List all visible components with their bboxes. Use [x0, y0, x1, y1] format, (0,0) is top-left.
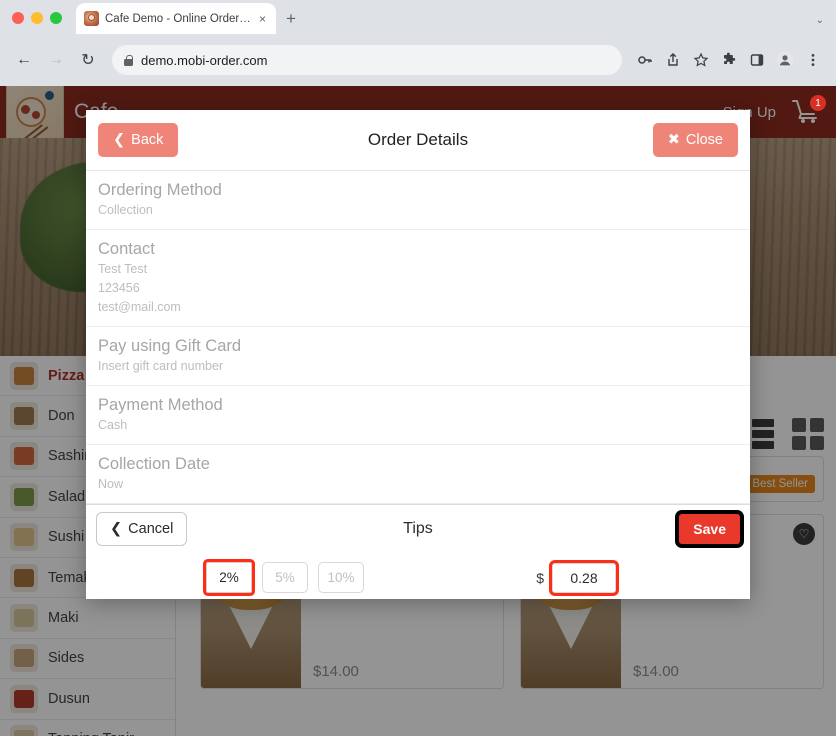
chevron-left-icon: ❮	[113, 132, 126, 148]
save-button[interactable]: Save	[679, 513, 740, 544]
cart-count-badge: 1	[810, 95, 826, 111]
tip-option-5-percent[interactable]: 5%	[262, 562, 308, 594]
browser-chrome: Cafe Demo - Online Ordering × + ⌄ ← → ↻ …	[0, 0, 836, 86]
tips-panel-header: ❮ Cancel Tips Save	[86, 505, 750, 553]
browser-tab-active[interactable]: Cafe Demo - Online Ordering ×	[76, 3, 276, 34]
currency-symbol: $	[536, 569, 544, 586]
tip-amount-input[interactable]	[552, 562, 616, 593]
order-details-modal: ❮ Back Order Details ✖ Close Ordering Me…	[86, 110, 750, 599]
field-placeholder: Insert gift card number	[98, 358, 224, 373]
field-label: Pay using Gift Card	[98, 336, 242, 355]
modal-header: ❮ Back Order Details ✖ Close	[86, 110, 750, 171]
field-collection-date[interactable]: Collection Date Now	[86, 445, 750, 504]
tip-amount-group: $	[536, 562, 738, 593]
web-page: Cafe Sign Up 1 Pizza Don	[0, 86, 836, 736]
share-icon[interactable]	[660, 47, 686, 73]
field-gift-card[interactable]: Pay using Gift Card Insert gift card num…	[86, 327, 750, 386]
field-value: Now	[98, 476, 124, 491]
window-minimize-button[interactable]	[31, 12, 43, 24]
address-bar[interactable]: demo.mobi-order.com	[112, 45, 622, 75]
cafe-favicon	[84, 11, 99, 26]
field-contact[interactable]: Contact Test Test 123456 test@mail.com	[86, 230, 750, 327]
browser-tab-title: Cafe Demo - Online Ordering	[105, 12, 251, 25]
back-button-label: Back	[131, 132, 164, 148]
toolbar-icons	[632, 47, 826, 73]
field-label: Ordering Method	[98, 181, 222, 199]
forward-button[interactable]: →	[42, 46, 70, 74]
field-ordering-method[interactable]: Ordering Method Collection	[86, 171, 750, 231]
kebab-menu-icon[interactable]	[800, 47, 826, 73]
tips-controls: 2% 5% 10% $	[86, 553, 750, 599]
tip-option-2-percent[interactable]: 2%	[206, 562, 252, 594]
field-label: Payment Method	[98, 395, 223, 414]
new-tab-button[interactable]: +	[286, 10, 296, 27]
close-x-icon: ✖	[667, 132, 680, 148]
window-maximize-button[interactable]	[50, 12, 62, 24]
lock-icon	[124, 54, 133, 66]
field-value: Cash	[98, 417, 128, 432]
close-button[interactable]: ✖ Close	[652, 123, 738, 157]
window-traffic-lights	[0, 12, 62, 34]
bookmark-star-icon[interactable]	[688, 47, 714, 73]
page-title: Order Details	[367, 130, 469, 149]
side-panel-icon[interactable]	[744, 47, 770, 73]
cancel-button[interactable]: ❮ Cancel	[96, 511, 188, 546]
field-value: Collection	[98, 203, 153, 218]
close-icon[interactable]: ×	[257, 13, 268, 25]
address-bar-url: demo.mobi-order.com	[141, 52, 268, 68]
cancel-button-label: Cancel	[128, 520, 174, 537]
reload-button[interactable]: ↻	[74, 46, 102, 74]
key-icon[interactable]	[632, 47, 658, 73]
tips-panel: ❮ Cancel Tips Save 2% 5% 10% $	[86, 503, 750, 599]
field-payment-method[interactable]: Payment Method Cash	[86, 386, 750, 445]
browser-toolbar: ← → ↻ demo.mobi-order.com	[0, 34, 836, 86]
field-label: Collection Date	[98, 454, 210, 473]
tip-percent-options: 2% 5% 10%	[206, 562, 364, 594]
field-value-line: 123456	[98, 281, 140, 296]
field-value-line: Test Test	[98, 262, 148, 277]
tip-option-10-percent[interactable]: 10%	[318, 562, 364, 594]
browser-tabstrip: Cafe Demo - Online Ordering × + ⌄	[0, 0, 836, 34]
close-button-label: Close	[685, 132, 723, 148]
field-label: Contact	[98, 240, 155, 259]
profile-avatar-icon[interactable]	[772, 47, 798, 73]
field-value-line: test@mail.com	[98, 299, 181, 314]
modal-body: Ordering Method Collection Contact Test …	[86, 171, 750, 599]
chevron-left-icon: ❮	[110, 520, 123, 537]
back-button[interactable]: ←	[10, 46, 38, 74]
chevron-down-icon[interactable]: ⌄	[816, 15, 824, 26]
back-button[interactable]: ❮ Back	[98, 123, 179, 157]
window-close-button[interactable]	[12, 12, 24, 24]
extensions-puzzle-icon[interactable]	[716, 47, 742, 73]
